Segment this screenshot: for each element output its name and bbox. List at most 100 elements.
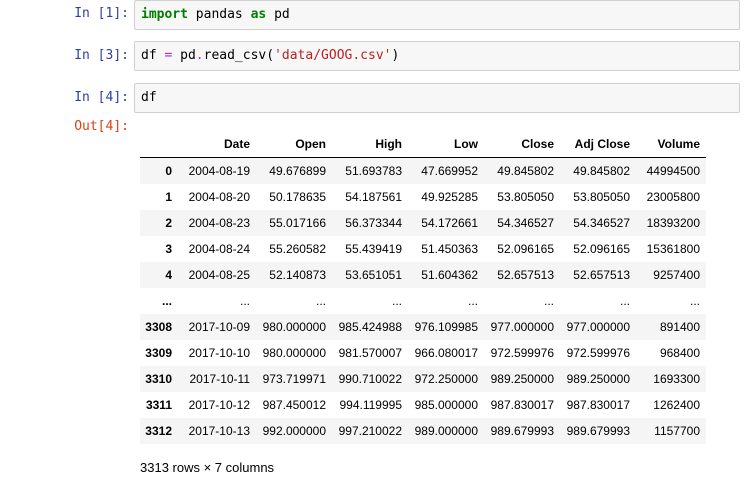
table-cell: 55.260582 [269,242,326,256]
table-cell: 2017-10-12 [188,398,250,412]
code-cell-3[interactable]: df [134,83,740,113]
table-row: 3310 2017-10-11 973.719971 990.710022 972.25… [140,366,706,392]
table-cell: 891400 [659,320,700,334]
code-token: 'data/GOOG.csv' [274,48,392,63]
code-token: . [195,48,204,63]
row-index: 0 [165,164,172,178]
table-cell: 981.570007 [338,346,402,360]
row-index: 4 [165,268,172,282]
table-header-row: Date Open High Low Close Adj Close Volum… [140,131,706,158]
table-cell: 2017-10-13 [188,424,250,438]
header-index [140,131,180,158]
code-token: import [141,7,188,22]
table-cell: 50.178635 [269,190,326,204]
table-cell: 53.805050 [573,190,630,204]
header-date: Date [180,131,256,158]
row-index: 2 [165,216,172,230]
table-cell: 51.604362 [421,268,478,282]
row-index: 3 [165,242,172,256]
table-cell: 989.679993 [490,424,554,438]
table-cell: 54.346527 [497,216,554,230]
table-cell: 989.250000 [566,372,630,386]
table-cell: 52.657513 [573,268,630,282]
header-high: High [332,131,408,158]
table-cell: 985.424988 [338,320,402,334]
table-cell: 968400 [659,346,700,360]
header-volume: Volume [636,131,706,158]
table-cell: 49.925285 [421,190,478,204]
table-cell: ... [391,294,402,308]
table-row: 3312 2017-10-13 992.000000 997.210022 989.00… [140,418,706,444]
table-cell: 1157700 [654,424,700,438]
table-cell: 972.599976 [566,346,630,360]
table-cell: 989.250000 [490,372,554,386]
table-row: 2 2004-08-23 55.017166 56.373344 54.172661 54… [140,210,706,236]
table-cell: 987.830017 [490,398,554,412]
input-prompt-1: In [1]: [74,6,129,21]
table-cell: 973.719971 [262,372,326,386]
code-token: pd [266,7,290,22]
table-cell: 55.017166 [269,216,326,230]
row-index: 3310 [145,372,172,386]
row-index: 3309 [145,346,172,360]
code-token: pandas [187,7,251,22]
code-token: ) [391,48,400,63]
table-cell: 977.000000 [490,320,554,334]
table-cell: 53.805050 [497,190,554,204]
code-token: as [250,7,267,22]
table-cell: 9257400 [653,268,700,282]
table-cell: 49.845802 [573,164,630,178]
table-cell: 966.080017 [414,346,478,360]
table-cell: 53.651051 [345,268,402,282]
ellipsis-row: ........................ [140,288,706,314]
table-cell: ... [619,294,630,308]
table-cell: 51.693783 [345,164,402,178]
table-cell: 980.000000 [262,346,326,360]
table-cell: 990.710022 [338,372,402,386]
table-cell: 52.096165 [573,242,630,256]
table-cell: 972.599976 [490,346,554,360]
header-open: Open [256,131,332,158]
header-low: Low [408,131,484,158]
table-cell: 989.000000 [414,424,478,438]
table-cell: 980.000000 [262,320,326,334]
table-cell: 2004-08-23 [188,216,250,230]
table-cell: 51.450363 [421,242,478,256]
table-cell: 2004-08-20 [188,190,250,204]
table-row: 0 2004-08-19 49.676899 51.693783 47.669952 49… [140,157,706,184]
table-cell: 49.845802 [497,164,554,178]
table-cell: 2004-08-19 [188,164,250,178]
dataframe-table: Date Open High Low Close Adj Close Volum… [140,131,706,444]
row-index: 3312 [145,424,172,438]
table-cell: ... [467,294,478,308]
table-cell: 989.679993 [566,424,630,438]
table-cell: 2017-10-11 [189,372,251,386]
code-token: df [141,48,165,63]
table-cell: 2017-10-09 [188,320,250,334]
code-cell-2[interactable]: df = pd.read_csv('data/GOOG.csv') [134,41,740,71]
table-cell: 987.450012 [262,398,326,412]
table-cell: 52.096165 [497,242,554,256]
table-cell: 49.676899 [269,164,326,178]
table-cell: 2004-08-25 [188,268,250,282]
table-cell: 977.000000 [566,320,630,334]
code-cell-1[interactable]: import pandas as pd [134,0,740,30]
table-cell: 997.210022 [338,424,402,438]
table-cell: ... [543,294,554,308]
code-token: df [141,90,157,105]
table-row: 1 2004-08-20 50.178635 54.187561 49.925285 53… [140,184,706,210]
table-cell: 54.346527 [573,216,630,230]
table-cell: 54.172661 [421,216,478,230]
input-prompt-2: In [3]: [74,48,129,63]
table-cell: 994.119995 [339,398,402,412]
table-row: 4 2004-08-25 52.140873 53.651051 51.604362 52… [140,262,706,288]
table-row: 3309 2017-10-10 980.000000 981.570007 966.08… [140,340,706,366]
table-cell: 1262400 [653,398,700,412]
table-cell: 54.187561 [345,190,402,204]
table-cell: ... [239,294,250,308]
table-cell: 987.830017 [566,398,630,412]
table-cell: 44994500 [646,164,700,178]
output-prompt: Out[4]: [74,119,129,134]
table-cell: 985.000000 [414,398,478,412]
dataframe-summary: 3313 rows × 7 columns [140,460,275,475]
